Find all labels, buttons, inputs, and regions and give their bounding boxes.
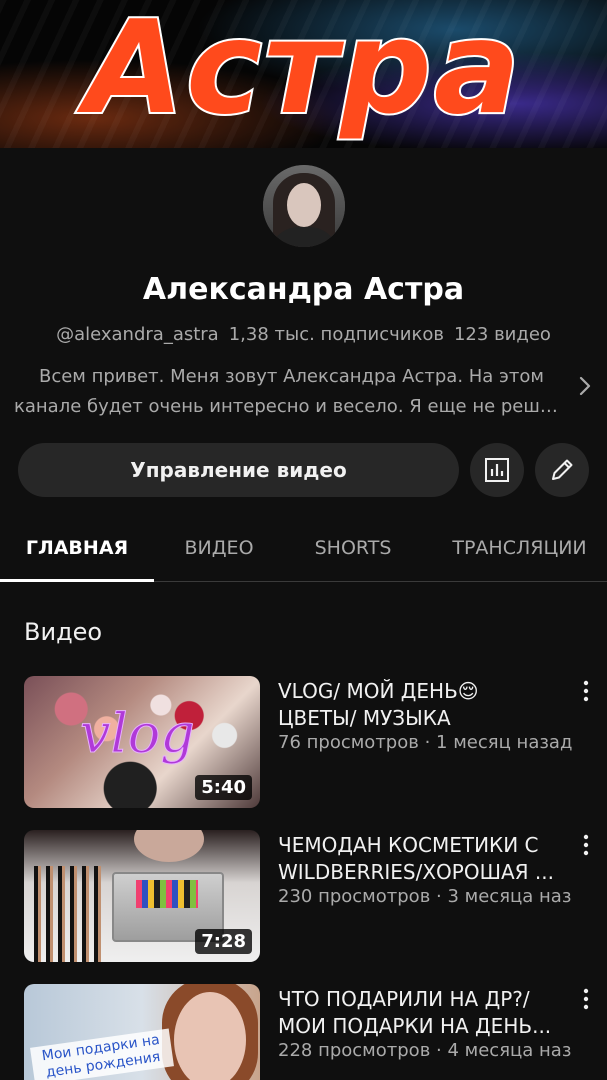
video-title[interactable]: ЧЕМОДАН КОСМЕТИКИ С WILDBERRIES/ХОРОШАЯ … xyxy=(278,832,568,886)
video-item[interactable]: Мои подарки на день рождения ЧТО ПОДАРИЛ… xyxy=(0,984,607,1080)
section-title: Видео xyxy=(24,618,103,646)
pencil-icon xyxy=(552,459,573,480)
analytics-button[interactable] xyxy=(470,443,524,497)
video-meta: 76 просмотров · 1 месяц назад xyxy=(278,732,573,753)
channel-description[interactable]: Всем привет. Меня зовут Александра Астра… xyxy=(14,362,569,422)
manage-videos-button[interactable]: Управление видео xyxy=(18,443,459,497)
edit-channel-button[interactable] xyxy=(535,443,589,497)
subscriber-count: 1,38 тыс. подписчиков xyxy=(228,324,444,345)
video-thumbnail[interactable]: Мои подарки на день рождения xyxy=(24,984,260,1080)
channel-name: Александра Астра xyxy=(142,272,465,307)
more-vert-icon[interactable] xyxy=(578,678,594,704)
video-count: 123 видео xyxy=(453,324,551,345)
video-thumbnail[interactable]: vlog 5:40 xyxy=(24,676,260,808)
banner-title: Астра xyxy=(83,0,523,145)
channel-avatar[interactable] xyxy=(263,165,345,247)
more-vert-icon[interactable] xyxy=(578,832,594,858)
video-meta: 228 просмотров · 4 месяца наз xyxy=(278,1040,572,1061)
channel-banner: Астра xyxy=(0,0,607,148)
active-tab-indicator xyxy=(0,579,154,582)
tab-videos[interactable]: ВИДЕО xyxy=(154,520,284,582)
more-vert-icon[interactable] xyxy=(578,986,594,1012)
channel-tabs: ГЛАВНАЯ ВИДЕО SHORTS ТРАНСЛЯЦИИ xyxy=(0,520,607,582)
video-meta: 230 просмотров · 3 месяца наз xyxy=(278,886,572,907)
video-thumbnail[interactable]: 7:28 xyxy=(24,830,260,962)
thumbnail-text: vlog xyxy=(80,702,196,766)
description-line-1: Всем привет. Меня зовут Александра Астра… xyxy=(38,366,545,387)
thumbnail-text: Мои подарки на день рождения xyxy=(30,1028,174,1080)
channel-meta: @alexandra_astra 1,38 тыс. подписчиков 123… xyxy=(0,324,607,345)
tab-live[interactable]: ТРАНСЛЯЦИИ xyxy=(432,520,607,582)
description-line-2: канале будет очень интересно и весело. Я… xyxy=(14,396,569,417)
video-item[interactable]: vlog 5:40 VLOG/ МОЙ ДЕНЬ😌 ЦВЕТЫ/ МУЗЫКА … xyxy=(0,676,607,810)
chevron-right-icon[interactable] xyxy=(572,374,596,398)
video-title[interactable]: ЧТО ПОДАРИЛИ НА ДР?/ МОИ ПОДАРКИ НА ДЕНЬ… xyxy=(278,986,568,1040)
video-duration: 7:28 xyxy=(195,929,252,954)
video-item[interactable]: 7:28 ЧЕМОДАН КОСМЕТИКИ С WILDBERRIES/ХОР… xyxy=(0,830,607,964)
tab-shorts[interactable]: SHORTS xyxy=(284,520,422,582)
analytics-icon xyxy=(485,458,509,482)
video-title[interactable]: VLOG/ МОЙ ДЕНЬ😌 ЦВЕТЫ/ МУЗЫКА xyxy=(278,678,568,732)
video-duration: 5:40 xyxy=(195,775,252,800)
tab-home[interactable]: ГЛАВНАЯ xyxy=(0,520,154,582)
channel-handle: @alexandra_astra xyxy=(56,324,219,345)
